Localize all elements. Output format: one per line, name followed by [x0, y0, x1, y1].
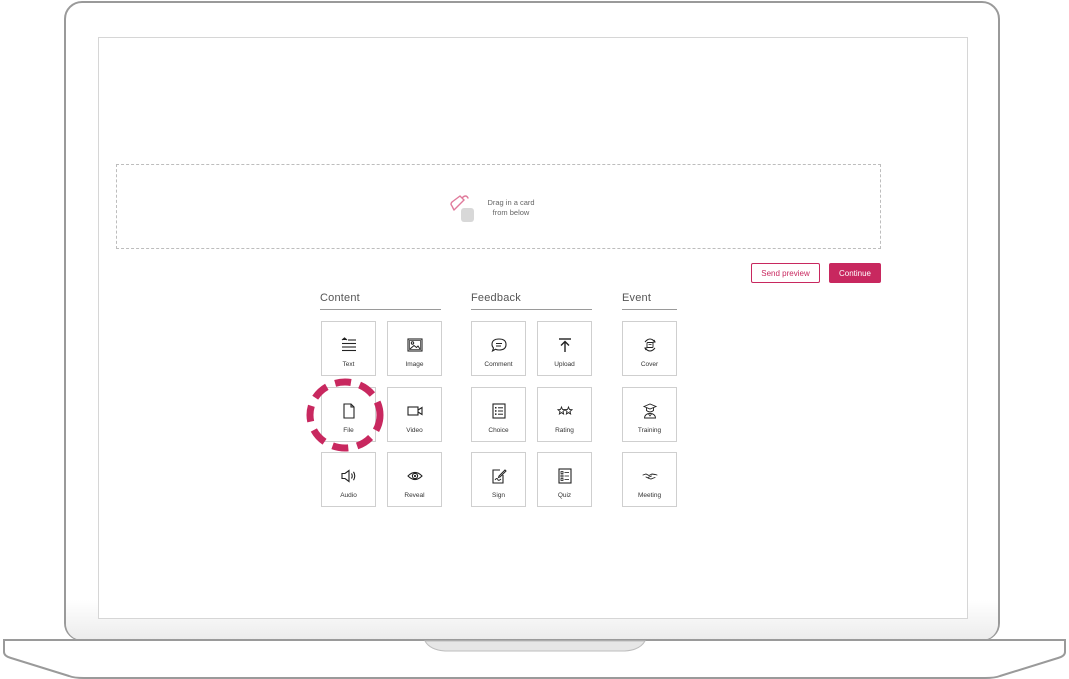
list-icon [492, 403, 506, 419]
card-label: Audio [340, 492, 357, 499]
signature-icon [492, 469, 507, 484]
card-meeting[interactable]: Meeting [622, 452, 677, 507]
speaker-icon [341, 469, 356, 483]
section-title-content: Content [320, 292, 360, 304]
card-label: File [343, 427, 354, 434]
card-training[interactable]: Training [622, 387, 677, 442]
card-label: Cover [640, 361, 659, 368]
card-label: Sign [491, 492, 505, 499]
card-label: Image [405, 361, 424, 368]
text-align-icon [341, 337, 356, 352]
card-label: Upload [554, 361, 575, 368]
card-upload[interactable]: Upload [537, 321, 592, 376]
app-screen [98, 37, 968, 619]
upload-arrow-icon [559, 338, 571, 352]
eye-icon [407, 471, 423, 481]
card-file[interactable]: File [321, 387, 376, 442]
card-label: Rating [555, 427, 574, 434]
card-label: Video [406, 427, 423, 434]
video-camera-icon [407, 406, 423, 416]
section-divider-event [622, 309, 677, 310]
card-choice[interactable]: Choice [471, 387, 526, 442]
send-preview-button[interactable]: Send preview [751, 263, 820, 283]
checklist-icon [558, 468, 572, 484]
card-cover[interactable]: Cover [622, 321, 677, 376]
graduate-icon [642, 403, 658, 419]
card-comment[interactable]: Comment [471, 321, 526, 376]
file-icon [343, 403, 355, 419]
card-label: Training [637, 427, 662, 434]
card-text[interactable]: Text [321, 321, 376, 376]
image-icon [407, 338, 423, 352]
section-divider-content [320, 309, 441, 310]
section-title-feedback: Feedback [471, 292, 521, 304]
card-label: Choice [488, 427, 509, 434]
dropzone-hint: Drag in a card from below [478, 198, 544, 218]
card-label: Reveal [404, 492, 425, 499]
card-image[interactable]: Image [387, 321, 442, 376]
card-label: Meeting [637, 492, 662, 499]
card-reveal[interactable]: Reveal [387, 452, 442, 507]
card-rating[interactable]: Rating [537, 387, 592, 442]
section-title-event: Event [622, 292, 652, 304]
card-label: Quiz [557, 492, 572, 499]
card-label: Comment [484, 361, 513, 368]
card-quiz[interactable]: Quiz [537, 452, 592, 507]
dropzone-hint-line1: Drag in a card [487, 198, 535, 207]
cover-icon [644, 338, 656, 352]
speech-bubble-icon [491, 338, 507, 353]
stars-icon [557, 405, 573, 416]
section-divider-feedback [471, 309, 592, 310]
card-audio[interactable]: Audio [321, 452, 376, 507]
handshake-icon [642, 473, 658, 480]
card-sign[interactable]: Sign [471, 452, 526, 507]
card-video[interactable]: Video [387, 387, 442, 442]
card-label: Text [342, 361, 355, 368]
drag-hand-icon [450, 195, 474, 222]
continue-button[interactable]: Continue [829, 263, 881, 283]
dropzone-hint-line2: from below [492, 208, 530, 217]
